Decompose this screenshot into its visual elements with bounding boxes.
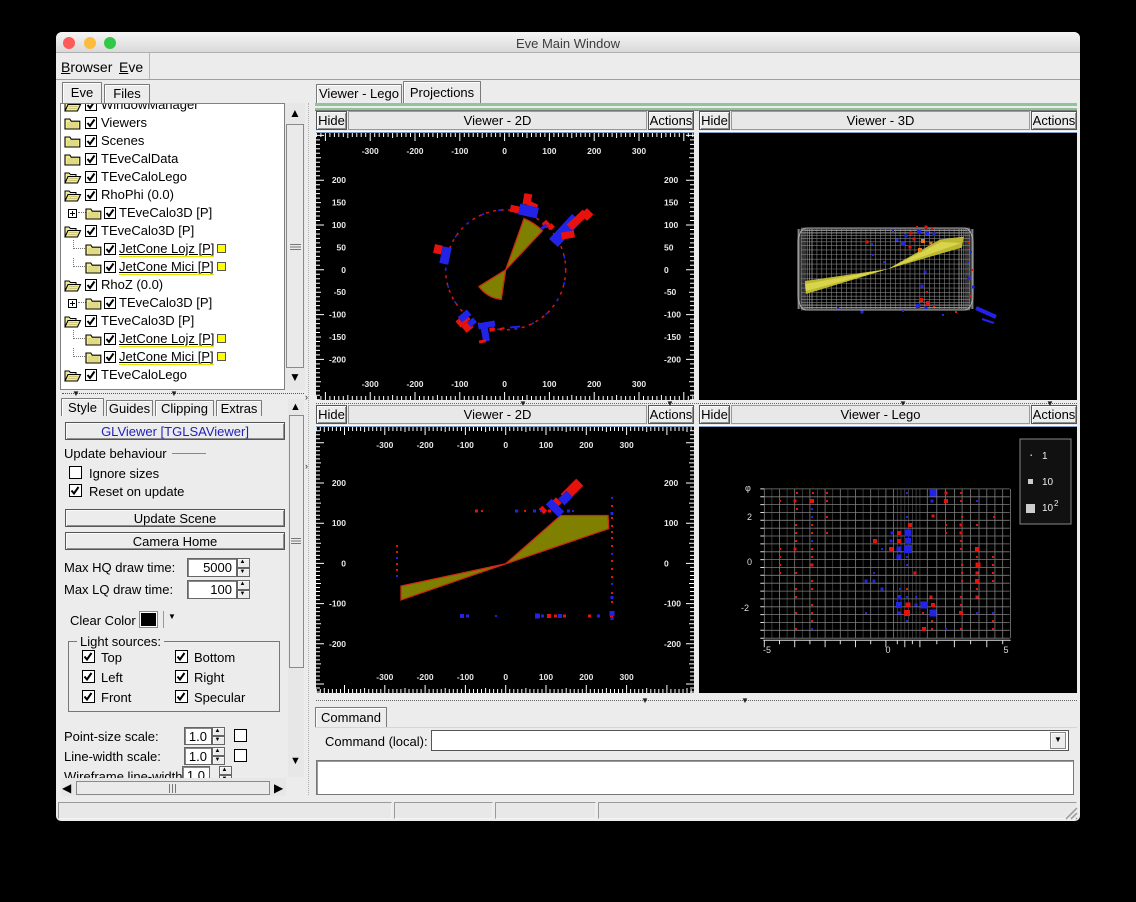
- svg-text:10: 10: [1042, 477, 1054, 488]
- svg-text:-300: -300: [376, 672, 393, 682]
- svg-text:0: 0: [664, 265, 669, 275]
- svg-text:200: 200: [579, 672, 593, 682]
- svg-text:200: 200: [587, 146, 601, 156]
- svg-text:φ: φ: [745, 483, 751, 493]
- svg-text:0: 0: [664, 558, 669, 568]
- svg-text:-5: -5: [763, 645, 771, 655]
- svg-text:-50: -50: [334, 287, 347, 297]
- svg-text:2: 2: [747, 512, 752, 522]
- svg-text:-300: -300: [376, 440, 393, 450]
- svg-text:300: 300: [620, 440, 634, 450]
- svg-text:-150: -150: [664, 332, 681, 342]
- svg-text:200: 200: [332, 478, 346, 488]
- svg-text:0: 0: [747, 557, 752, 567]
- svg-text:-200: -200: [406, 146, 423, 156]
- svg-text:0: 0: [502, 379, 507, 389]
- svg-text:200: 200: [664, 478, 678, 488]
- svg-text:-100: -100: [451, 379, 468, 389]
- svg-text:300: 300: [632, 379, 646, 389]
- svg-text:1: 1: [1042, 451, 1048, 462]
- svg-text:100: 100: [542, 379, 556, 389]
- svg-text:-100: -100: [664, 599, 681, 609]
- svg-text:5: 5: [1003, 645, 1008, 655]
- svg-text:100: 100: [332, 220, 346, 230]
- svg-text:-300: -300: [362, 146, 379, 156]
- svg-text:-2: -2: [741, 603, 749, 613]
- svg-text:0: 0: [885, 645, 890, 655]
- svg-text:-200: -200: [664, 639, 681, 649]
- svg-text:0: 0: [341, 558, 346, 568]
- svg-text:50: 50: [337, 242, 347, 252]
- svg-text:0: 0: [503, 672, 508, 682]
- svg-text:0: 0: [502, 146, 507, 156]
- svg-text:150: 150: [664, 198, 678, 208]
- svg-text:10: 10: [1042, 503, 1054, 514]
- svg-text:300: 300: [632, 146, 646, 156]
- svg-text:-100: -100: [457, 440, 474, 450]
- svg-text:-200: -200: [664, 354, 681, 364]
- svg-text:200: 200: [579, 440, 593, 450]
- svg-text:200: 200: [332, 175, 346, 185]
- svg-text:-50: -50: [664, 287, 677, 297]
- svg-text:100: 100: [664, 518, 678, 528]
- svg-text:-300: -300: [362, 379, 379, 389]
- svg-text:2: 2: [1054, 499, 1059, 508]
- svg-text:-200: -200: [417, 672, 434, 682]
- svg-text:-150: -150: [329, 332, 346, 342]
- svg-text:50: 50: [664, 242, 674, 252]
- svg-text:100: 100: [664, 220, 678, 230]
- svg-text:0: 0: [503, 440, 508, 450]
- svg-text:-200: -200: [406, 379, 423, 389]
- svg-text:100: 100: [542, 146, 556, 156]
- svg-text:-100: -100: [664, 310, 681, 320]
- svg-text:200: 200: [587, 379, 601, 389]
- svg-text:-100: -100: [329, 310, 346, 320]
- svg-text:-100: -100: [451, 146, 468, 156]
- svg-text:150: 150: [332, 198, 346, 208]
- svg-text:0: 0: [341, 265, 346, 275]
- svg-text:-200: -200: [417, 440, 434, 450]
- svg-text:-100: -100: [329, 599, 346, 609]
- svg-text:200: 200: [664, 175, 678, 185]
- svg-text:-200: -200: [329, 639, 346, 649]
- svg-text:-100: -100: [457, 672, 474, 682]
- svg-text:300: 300: [620, 672, 634, 682]
- svg-text:100: 100: [332, 518, 346, 528]
- svg-text:100: 100: [539, 672, 553, 682]
- svg-text:100: 100: [539, 440, 553, 450]
- svg-text:-200: -200: [329, 354, 346, 364]
